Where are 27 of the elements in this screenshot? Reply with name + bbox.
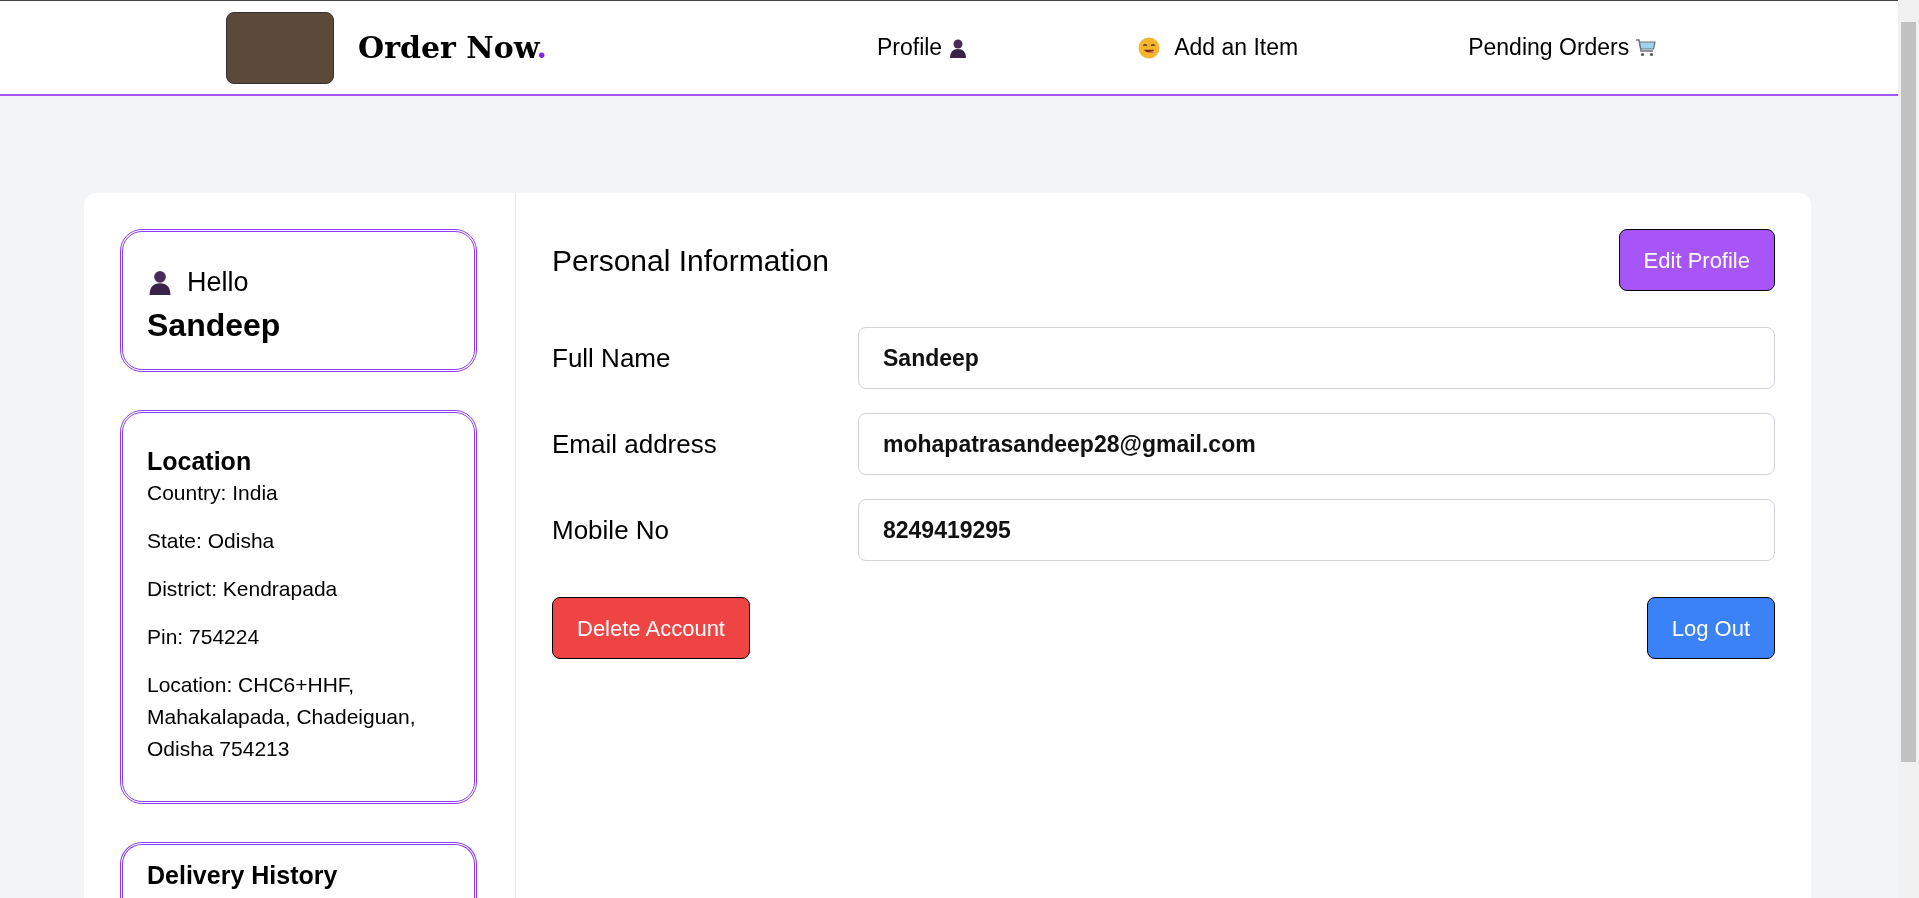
- text-field[interactable]: Sandeep: [858, 327, 1775, 389]
- greeting-text: Hello: [187, 266, 249, 299]
- edit-profile-button[interactable]: Edit Profile: [1618, 229, 1775, 291]
- delivery-history-heading: Delivery History: [147, 861, 339, 889]
- delete-account-button[interactable]: Delete Account: [552, 597, 750, 659]
- scrollbar[interactable]: [1898, 0, 1919, 898]
- location-detail: Pin: 754224: [147, 624, 261, 650]
- section-heading: Personal Information: [552, 242, 829, 279]
- smiling-face-icon: [1138, 36, 1161, 59]
- location-detail: District: Kendrapada: [147, 576, 339, 602]
- cart-icon: [1635, 37, 1658, 58]
- location-heading: Location: [147, 446, 253, 477]
- location-detail: Location: CHC6+HHF, Mahakalapada, Chadeiguan, Odisha 754213: [147, 672, 417, 762]
- field-label: Mobile No: [552, 513, 671, 547]
- text-field[interactable]: mohapatrasandeep28@gmail.com: [858, 413, 1775, 475]
- text-field[interactable]: 8249419295: [858, 499, 1775, 561]
- brand-title[interactable]: Order Now.: [358, 25, 547, 70]
- nav-link[interactable]: Pending Orders: [1468, 30, 1658, 65]
- nav-link[interactable]: Profile: [876, 30, 969, 65]
- log-out-button[interactable]: Log Out: [1646, 597, 1775, 659]
- field-label: Email address: [552, 427, 718, 461]
- location-detail: Country: India: [147, 480, 279, 506]
- user-name: Sandeep: [147, 305, 282, 345]
- person-icon: [147, 268, 173, 297]
- location-detail: State: Odisha: [147, 528, 276, 554]
- nav-link[interactable]: Add an Item: [1138, 30, 1299, 65]
- field-label: Full Name: [552, 341, 672, 375]
